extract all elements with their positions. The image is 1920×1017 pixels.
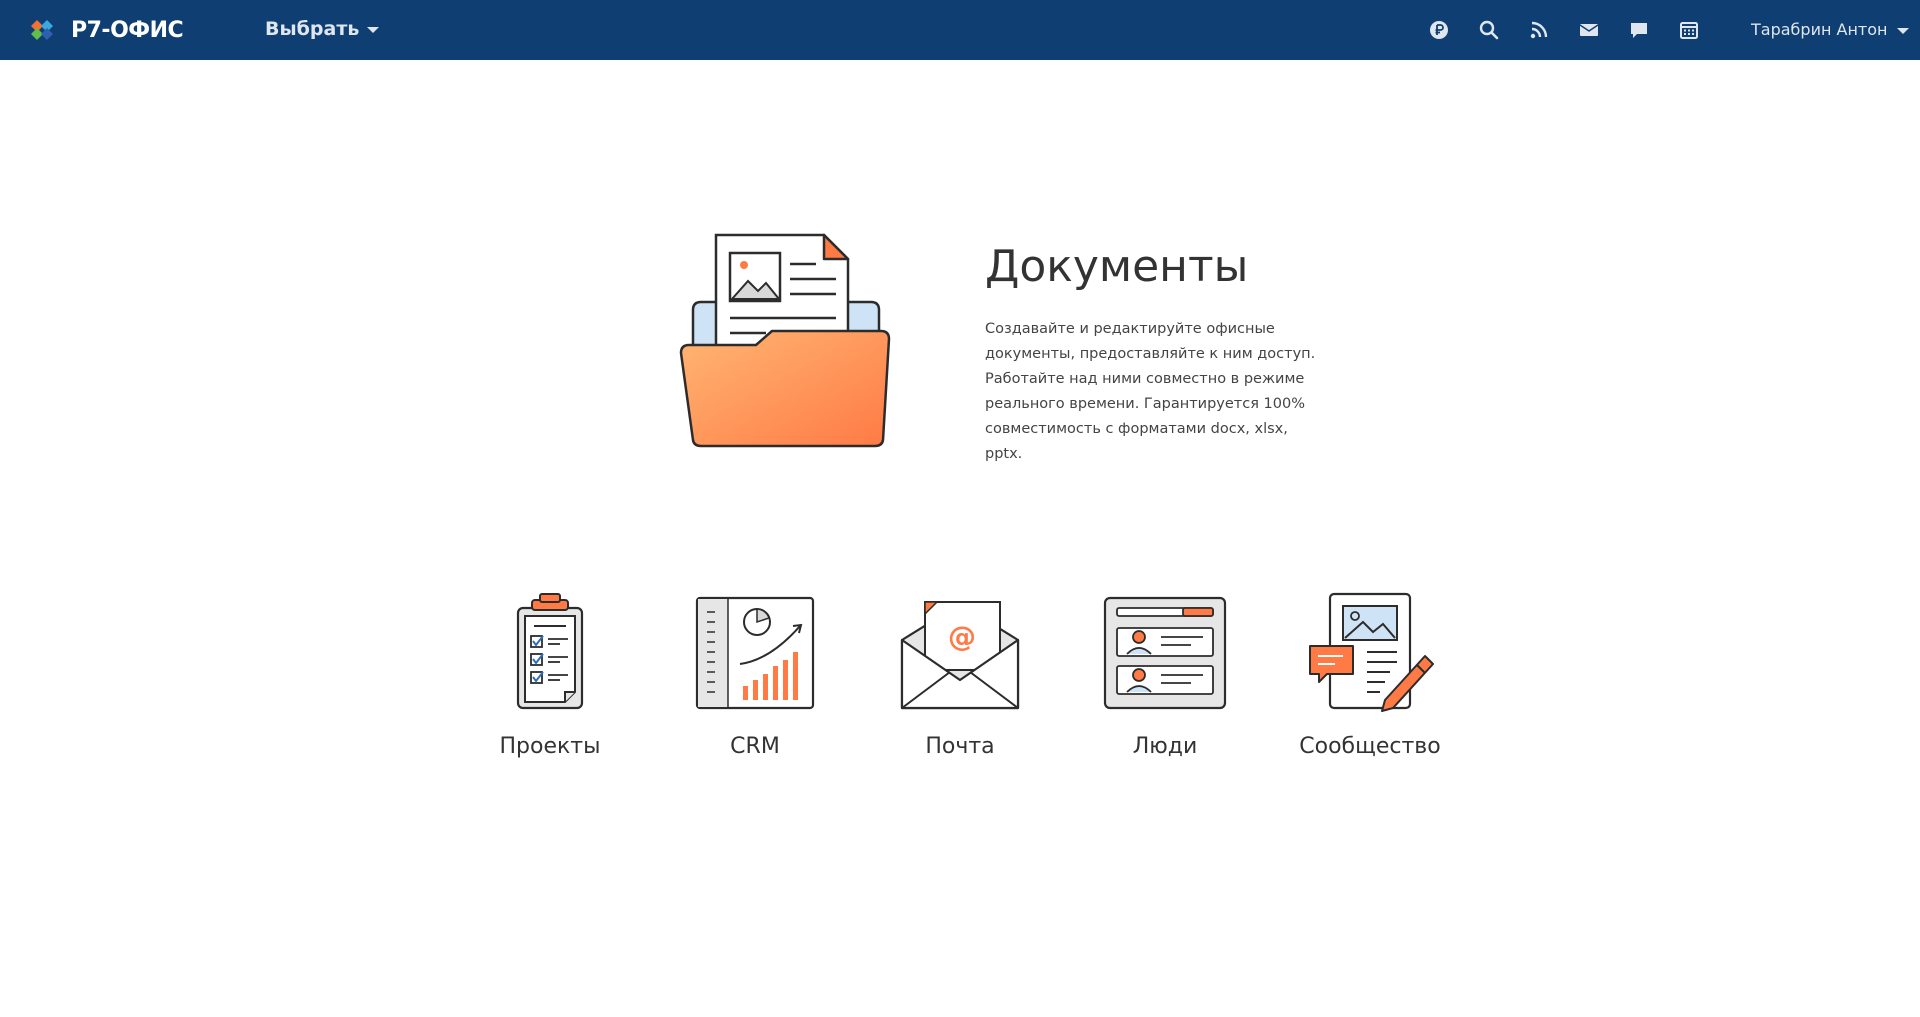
module-label: Проекты — [499, 734, 601, 759]
user-profile-menu[interactable]: Тарабрин Антон — [1751, 20, 1910, 39]
documents-description: Создавайте и редактируйте офисные докуме… — [985, 321, 1316, 462]
documents-illustration[interactable] — [676, 230, 896, 450]
mail-module-icon: @ — [900, 601, 1020, 710]
user-name: Тарабрин Антон — [1751, 20, 1888, 39]
chat-icon[interactable] — [1627, 18, 1651, 42]
logo-text: Р7-ОФИС — [71, 17, 184, 43]
select-module-dropdown[interactable]: Выбрать — [265, 18, 380, 40]
module-projects[interactable]: Проекты — [440, 590, 660, 770]
module-crm[interactable]: CRM — [645, 590, 865, 770]
calendar-icon[interactable] — [1677, 18, 1701, 42]
search-icon[interactable] — [1477, 18, 1501, 42]
logo[interactable]: Р7-ОФИС — [29, 14, 184, 46]
mail-icon[interactable] — [1577, 18, 1601, 42]
module-label: Сообщество — [1299, 734, 1441, 759]
community-icon — [1309, 592, 1434, 712]
module-mail[interactable]: @ Почта — [850, 590, 1070, 770]
documents-title[interactable]: Документы — [985, 241, 1248, 292]
svg-text:@: @ — [948, 620, 976, 653]
module-label: CRM — [730, 734, 780, 759]
select-module-label: Выбрать — [265, 18, 360, 40]
logo-icon — [31, 20, 53, 40]
module-people[interactable]: Люди — [1055, 590, 1275, 770]
projects-icon — [516, 593, 584, 710]
chevron-down-icon — [1897, 27, 1910, 34]
feed-icon[interactable] — [1527, 18, 1551, 42]
people-icon — [1103, 596, 1227, 710]
module-community[interactable]: Сообщество — [1260, 590, 1480, 770]
top-navigation-bar: Р7-ОФИС Выбрать Тарабрин Антон — [0, 0, 1920, 60]
crm-icon — [695, 596, 815, 710]
module-label: Почта — [925, 734, 995, 759]
chevron-down-icon — [367, 27, 380, 33]
module-label: Люди — [1132, 734, 1198, 759]
ruble-icon[interactable] — [1427, 18, 1451, 42]
